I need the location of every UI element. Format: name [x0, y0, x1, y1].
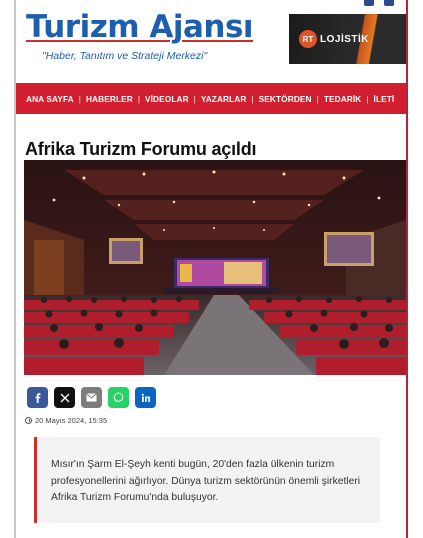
- site-logo[interactable]: Turizm Ajansı "Haber, Tanıtım ve Stratej…: [26, 9, 254, 62]
- share-facebook-button[interactable]: [27, 387, 48, 408]
- share-whatsapp-button[interactable]: [108, 387, 129, 408]
- top-social-strip: [356, 0, 406, 8]
- nav-item-sektorden[interactable]: SEKTÖRDEN: [259, 94, 312, 104]
- ad-text: LOJİSTİK: [320, 33, 370, 45]
- x-icon: [60, 393, 69, 402]
- facebook-icon: [35, 392, 40, 403]
- nav-item-yazarlar[interactable]: YAZARLAR: [201, 94, 247, 104]
- article-title: Afrika Turizm Forumu açıldı: [25, 139, 257, 160]
- nav-item-iletisim[interactable]: İLETİ: [374, 94, 395, 104]
- conference-hall-image: [24, 160, 406, 375]
- email-icon: [86, 393, 97, 402]
- whatsapp-icon: [113, 392, 124, 402]
- site-name: Turizm Ajansı: [26, 9, 254, 45]
- nav-item-haberler[interactable]: HABERLER: [86, 94, 133, 104]
- article-date: 20 Mayıs 2024, 15:35: [25, 416, 107, 425]
- top-social-icon[interactable]: [384, 0, 394, 6]
- share-linkedin-button[interactable]: [135, 387, 156, 408]
- share-bar: [27, 387, 156, 408]
- article-date-text: 20 Mayıs 2024, 15:35: [35, 416, 108, 425]
- nav-separator: |: [193, 93, 196, 104]
- nav-separator: |: [137, 93, 140, 104]
- nav-separator: |: [366, 93, 369, 104]
- share-x-button[interactable]: [54, 387, 75, 408]
- article-page: Turizm Ajansı "Haber, Tanıtım ve Stratej…: [16, 0, 406, 538]
- article-photo[interactable]: [24, 160, 406, 375]
- article-summary: Mısır'ın Şarm El-Şeyh kenti bugün, 20'de…: [34, 437, 380, 523]
- clock-icon: [25, 417, 32, 424]
- nav-item-videolar[interactable]: VİDEOLAR: [145, 94, 189, 104]
- ad-banner[interactable]: RT LOJİSTİK: [289, 14, 406, 64]
- share-email-button[interactable]: [81, 387, 102, 408]
- nav-separator: |: [78, 93, 81, 104]
- main-nav: ANA SAYFA | HABERLER | VİDEOLAR | YAZARL…: [16, 83, 406, 114]
- nav-item-ana-sayfa[interactable]: ANA SAYFA: [26, 94, 74, 104]
- site-tagline: "Haber, Tanıtım ve Strateji Merkezi": [42, 50, 208, 62]
- nav-separator: |: [251, 93, 254, 104]
- linkedin-icon: [141, 393, 150, 402]
- top-social-icon[interactable]: [364, 0, 374, 6]
- nav-separator: |: [316, 93, 319, 104]
- ad-badge: RT: [299, 30, 317, 48]
- nav-item-tedarik[interactable]: TEDARİK: [324, 94, 362, 104]
- article-summary-text: Mısır'ın Şarm El-Şeyh kenti bugün, 20'de…: [51, 459, 361, 503]
- page-frame-right: [406, 0, 408, 538]
